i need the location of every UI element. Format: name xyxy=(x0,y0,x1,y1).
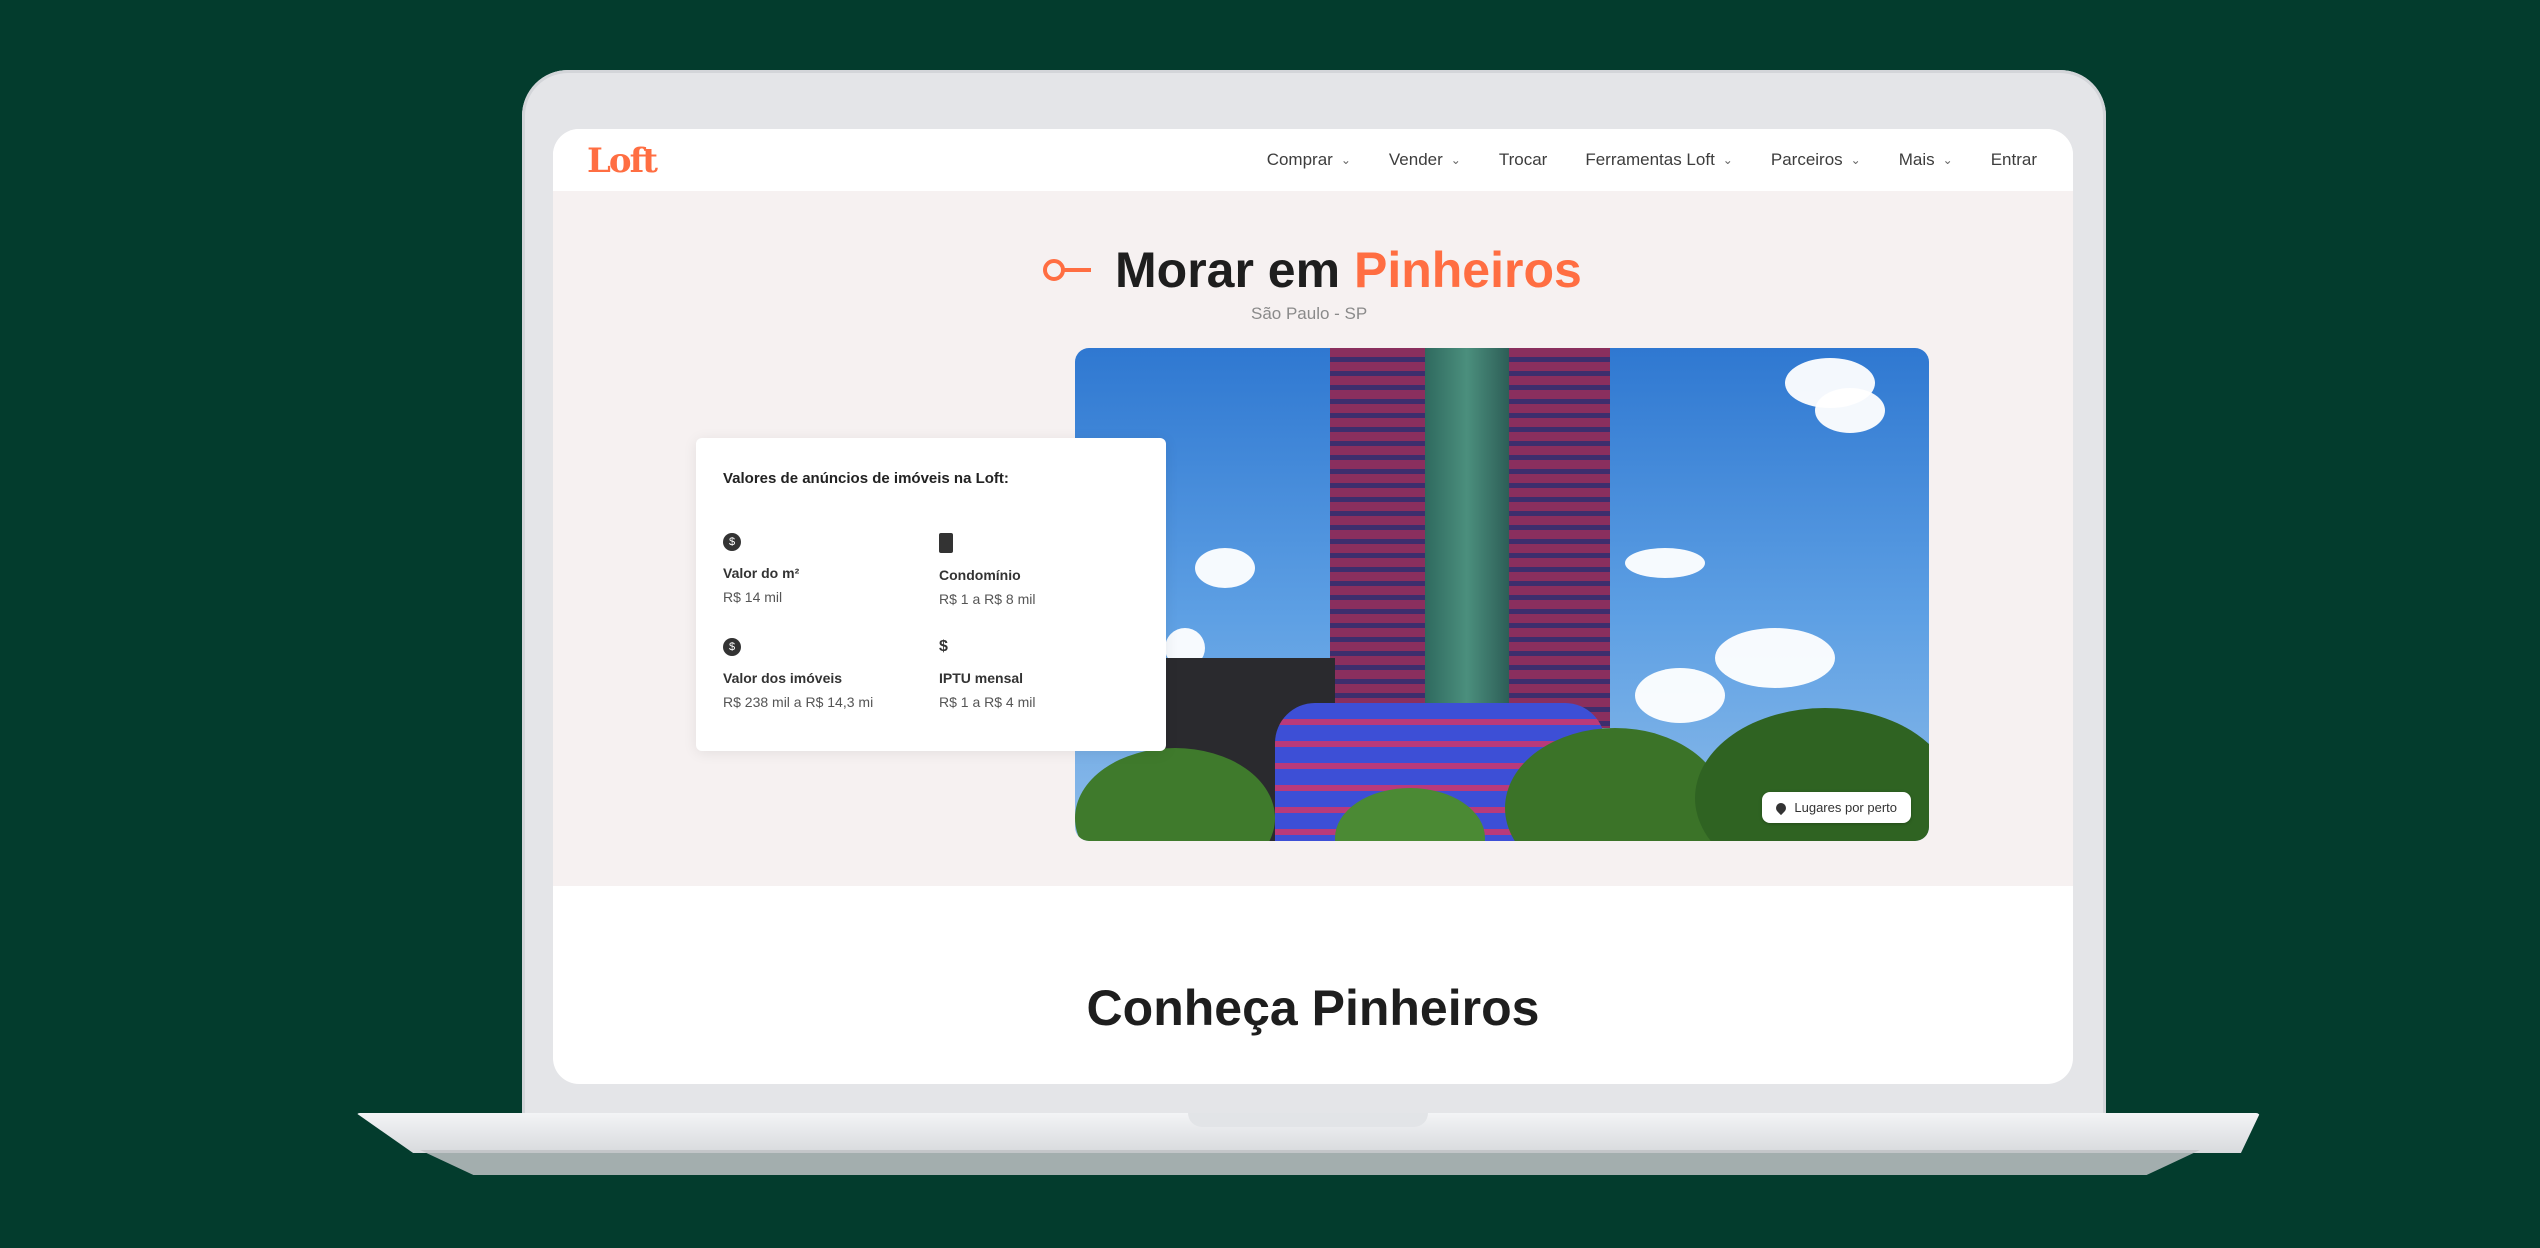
page-title-prefix: Morar em xyxy=(1115,242,1354,298)
chevron-down-icon: ⌄ xyxy=(1942,153,1953,167)
nav-item-label: Entrar xyxy=(1990,150,2037,169)
nav-item-ferramentas[interactable]: Ferramentas Loft ⌄ xyxy=(1585,150,1733,170)
chevron-down-icon: ⌄ xyxy=(1850,153,1861,167)
nav-item-parceiros[interactable]: Parceiros ⌄ xyxy=(1771,150,1861,170)
nav-item-label: Comprar xyxy=(1266,150,1333,169)
stat-label: Valor do m² xyxy=(723,565,800,581)
laptop-base-shadow xyxy=(420,1150,2200,1175)
stat-label: IPTU mensal xyxy=(939,670,1024,686)
key-icon xyxy=(1041,254,1093,286)
stat-label: Condomínio xyxy=(939,567,1021,583)
nearby-places-button[interactable]: Lugares por perto xyxy=(1762,792,1911,823)
stat-iptu: $ IPTU mensal R$ 1 a R$ 4 mil xyxy=(939,638,1149,710)
map-pin-icon xyxy=(1774,800,1789,815)
stat-value: R$ 1 a R$ 8 mil xyxy=(939,591,1036,607)
coin-icon: $ xyxy=(723,638,741,656)
chevron-down-icon: ⌄ xyxy=(1722,153,1733,167)
nav-item-label: Trocar xyxy=(1498,150,1548,169)
hero-title-row: Morar em Pinheiros xyxy=(1041,241,1582,299)
loft-logo[interactable]: Loft xyxy=(587,141,658,181)
location-subtitle: São Paulo - SP xyxy=(1251,304,1368,323)
stat-value: R$ 238 mil a R$ 14,3 mi xyxy=(723,694,874,710)
nav-item-label: Parceiros xyxy=(1770,150,1843,169)
page-title: Morar em Pinheiros xyxy=(1115,241,1582,299)
neighborhood-photo: Lugares por perto xyxy=(1075,348,1929,841)
card-title: Valores de anúncios de imóveis na Loft: xyxy=(723,470,1009,487)
nav-item-vender[interactable]: Vender ⌄ xyxy=(1389,150,1461,170)
chevron-down-icon: ⌄ xyxy=(1340,153,1351,167)
page-title-accent: Pinheiros xyxy=(1353,242,1582,298)
browser-screen: Loft Comprar ⌄ Vender ⌄ Trocar Ferrament… xyxy=(553,129,2073,1084)
stat-valor-m2: $ Valor do m² R$ 14 mil xyxy=(723,533,933,605)
chevron-down-icon: ⌄ xyxy=(1450,153,1461,167)
stat-label: Valor dos imóveis xyxy=(723,670,843,686)
nav-item-label: Ferramentas Loft xyxy=(1585,150,1715,169)
stat-value: R$ 1 a R$ 4 mil xyxy=(939,694,1036,710)
nav-item-trocar[interactable]: Trocar xyxy=(1499,150,1548,170)
nearby-places-label: Lugares por perto xyxy=(1794,800,1897,815)
hero-section: Morar em Pinheiros São Paulo - SP Lugare… xyxy=(553,191,2073,886)
nav-item-mais[interactable]: Mais ⌄ xyxy=(1899,150,1953,170)
nav-item-label: Mais xyxy=(1898,150,1935,169)
price-stats-card: Valores de anúncios de imóveis na Loft: … xyxy=(696,438,1166,751)
nav-item-comprar[interactable]: Comprar ⌄ xyxy=(1267,150,1351,170)
dollar-icon: $ xyxy=(939,638,948,655)
coin-icon: $ xyxy=(723,533,741,551)
nav-item-entrar[interactable]: Entrar xyxy=(1991,150,2037,170)
stat-condominio: Condomínio R$ 1 a R$ 8 mil xyxy=(939,533,1149,607)
stat-value: R$ 14 mil xyxy=(723,589,783,605)
stat-valor-imoveis: $ Valor dos imóveis R$ 238 mil a R$ 14,3… xyxy=(723,638,933,710)
navbar: Loft Comprar ⌄ Vender ⌄ Trocar Ferrament… xyxy=(553,129,2073,191)
nav-menu: Comprar ⌄ Vender ⌄ Trocar Ferramentas Lo… xyxy=(1267,129,2037,191)
building-icon xyxy=(939,533,953,553)
laptop-notch xyxy=(1188,1113,1428,1127)
nav-item-label: Vender xyxy=(1388,150,1443,169)
section-title: Conheça Pinheiros xyxy=(1086,980,1540,1036)
